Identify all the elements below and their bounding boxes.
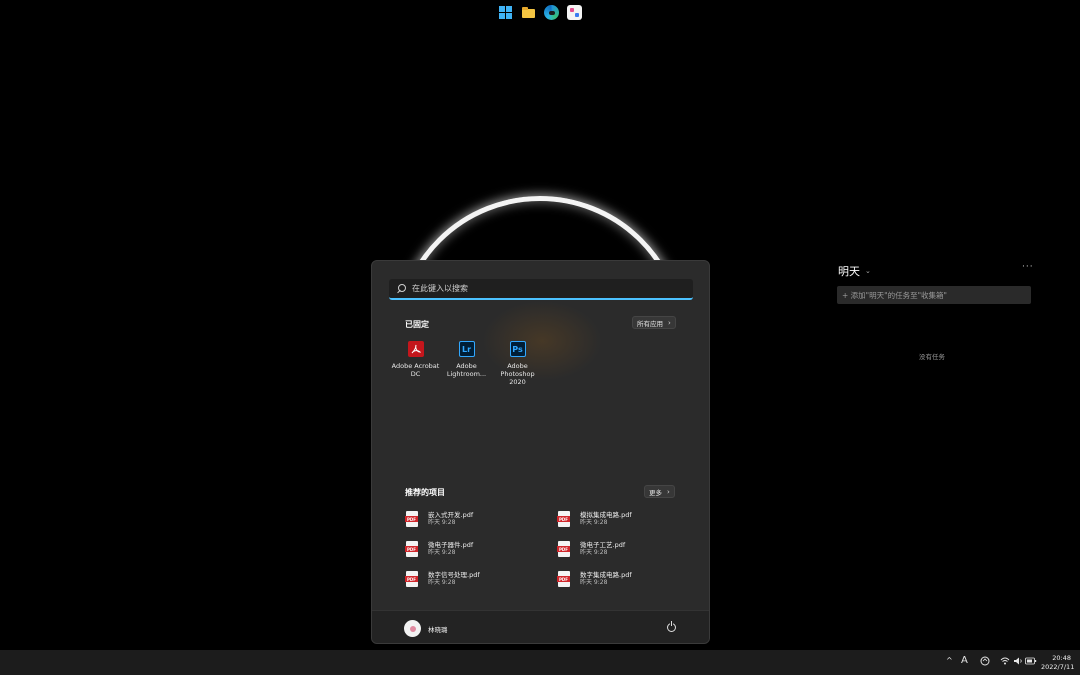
photoshop-icon: Ps bbox=[509, 341, 526, 357]
app-label: Adobe Acrobat DC bbox=[391, 362, 440, 378]
add-task-input[interactable]: + 添加"明天"的任务至"收集箱" bbox=[837, 286, 1031, 304]
recommended-item[interactable]: 数字集成电路.pdf昨天 9:28 bbox=[557, 570, 706, 588]
lightroom-icon-text: Lr bbox=[461, 344, 472, 354]
more-button[interactable]: 更多 › bbox=[644, 485, 675, 498]
search-box[interactable] bbox=[389, 279, 693, 300]
file-name: 嵌入式开发.pdf bbox=[428, 511, 474, 519]
empty-tasks-text: 没有任务 bbox=[919, 353, 945, 361]
battery-icon[interactable] bbox=[1025, 657, 1037, 667]
file-name: 数字信号处理.pdf bbox=[428, 571, 480, 579]
ime-mode-icon[interactable] bbox=[980, 656, 990, 668]
clock-date: 2022/7/11 bbox=[1041, 663, 1075, 671]
pinned-app-photoshop[interactable]: Ps Adobe Photoshop 2020 bbox=[492, 341, 543, 386]
user-name[interactable]: 林晓璐 bbox=[428, 624, 448, 634]
file-name: 数字集成电路.pdf bbox=[580, 571, 632, 579]
acrobat-icon bbox=[407, 341, 424, 357]
recommended-item[interactable]: 嵌入式开发.pdf昨天 9:28 bbox=[405, 510, 558, 528]
app-label: Adobe Photoshop 2020 bbox=[500, 362, 535, 386]
pdf-file-icon bbox=[405, 541, 418, 557]
file-time: 昨天 9:28 bbox=[580, 519, 608, 526]
app-icon[interactable] bbox=[567, 5, 582, 20]
all-apps-label: 所有应用 bbox=[637, 319, 663, 328]
file-time: 昨天 9:28 bbox=[428, 519, 456, 526]
recommended-list: 嵌入式开发.pdf昨天 9:28 模拟集成电路.pdf昨天 9:28 微电子器件… bbox=[405, 510, 706, 588]
chevron-right-icon: › bbox=[668, 318, 671, 327]
clock-time: 20:48 bbox=[1052, 654, 1071, 662]
file-name: 模拟集成电路.pdf bbox=[580, 511, 632, 519]
photoshop-icon-text: Ps bbox=[512, 344, 523, 354]
power-icon[interactable] bbox=[667, 621, 676, 632]
pinned-app-lightroom[interactable]: Lr Adobe Lightroom... bbox=[441, 341, 492, 386]
more-label: 更多 bbox=[649, 488, 662, 497]
lightroom-icon: Lr bbox=[458, 341, 475, 357]
edge-icon[interactable] bbox=[544, 5, 559, 20]
windows-start-icon[interactable] bbox=[498, 5, 513, 20]
file-name: 微电子工艺.pdf bbox=[580, 541, 626, 549]
recommended-item[interactable]: 模拟集成电路.pdf昨天 9:28 bbox=[557, 510, 706, 528]
start-menu-footer: 林晓璐 bbox=[372, 610, 709, 643]
pdf-file-icon bbox=[557, 571, 570, 587]
tray-chevron-icon[interactable]: ^ bbox=[946, 656, 953, 665]
recommended-item[interactable]: 微电子器件.pdf昨天 9:28 bbox=[405, 540, 558, 558]
pdf-file-icon bbox=[557, 511, 570, 527]
pinned-app-acrobat[interactable]: Adobe Acrobat DC bbox=[390, 341, 441, 386]
search-input[interactable] bbox=[412, 284, 682, 293]
recommended-title: 推荐的项目 bbox=[405, 488, 445, 497]
wifi-icon[interactable] bbox=[1000, 657, 1010, 667]
pdf-file-icon bbox=[557, 541, 570, 557]
pinned-title: 已固定 bbox=[405, 320, 429, 329]
pdf-file-icon bbox=[405, 571, 418, 587]
file-explorer-icon[interactable] bbox=[521, 5, 536, 20]
start-menu: 已固定 所有应用 › Adobe Acrobat DC Lr Adobe Lig… bbox=[371, 260, 710, 644]
avatar[interactable] bbox=[404, 620, 421, 637]
pinned-apps: Adobe Acrobat DC Lr Adobe Lightroom... P… bbox=[390, 341, 543, 386]
chevron-down-icon: ⌄ bbox=[865, 267, 871, 275]
recommended-item[interactable]: 数字信号处理.pdf昨天 9:28 bbox=[405, 570, 558, 588]
volume-icon[interactable] bbox=[1013, 657, 1023, 667]
todo-title[interactable]: 明天 ⌄ bbox=[838, 263, 871, 279]
more-options-icon[interactable]: ··· bbox=[1022, 262, 1034, 272]
file-name: 微电子器件.pdf bbox=[428, 541, 474, 549]
clock[interactable]: 20:48 2022/7/11 bbox=[1041, 654, 1075, 672]
file-time: 昨天 9:28 bbox=[428, 549, 456, 556]
ime-indicator[interactable]: A bbox=[961, 655, 968, 666]
taskbar bbox=[0, 650, 1080, 675]
all-apps-button[interactable]: 所有应用 › bbox=[632, 316, 676, 329]
search-icon bbox=[397, 284, 406, 293]
app-label: Adobe Lightroom... bbox=[446, 362, 487, 378]
pdf-file-icon bbox=[405, 511, 418, 527]
chevron-right-icon: › bbox=[667, 487, 670, 496]
file-time: 昨天 9:28 bbox=[580, 549, 608, 556]
file-time: 昨天 9:28 bbox=[428, 579, 456, 586]
recommended-item[interactable]: 微电子工艺.pdf昨天 9:28 bbox=[557, 540, 706, 558]
todo-title-text: 明天 bbox=[838, 265, 860, 278]
file-time: 昨天 9:28 bbox=[580, 579, 608, 586]
